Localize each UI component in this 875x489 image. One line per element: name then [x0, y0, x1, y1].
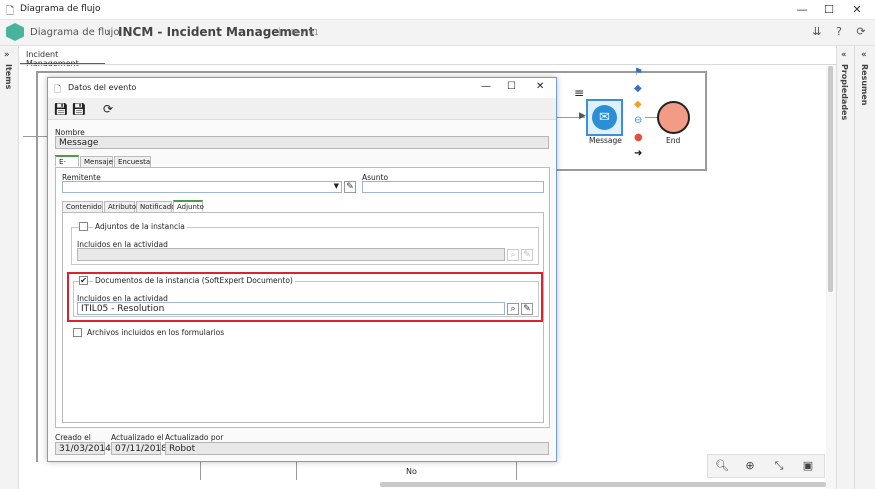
incluidos-field-2[interactable]: ITIL05 - Resolution: [77, 302, 505, 315]
message-event-node[interactable]: ✉: [586, 99, 623, 136]
dialog-title: Datos del evento: [68, 83, 137, 92]
zoom-out-icon[interactable]: 🔍︎: [714, 458, 730, 474]
clear-icon[interactable]: ✎: [344, 181, 356, 193]
expand-icon: »: [4, 50, 10, 60]
clear-icon[interactable]: ✎: [521, 303, 533, 315]
scrollbar-thumb[interactable]: [828, 66, 833, 292]
connector-line: [23, 136, 47, 137]
lane-label: No: [406, 467, 417, 476]
adjunto-panel: Adjuntos de la instancia Incluidos en la…: [62, 212, 544, 423]
properties-label: Propiedades: [840, 64, 849, 121]
archivos-checkbox[interactable]: [73, 328, 82, 337]
menu-icon[interactable]: ≡: [574, 86, 584, 100]
minimize-button[interactable]: —: [481, 81, 491, 92]
nombre-field: Message: [55, 136, 549, 149]
collapse-icon: «: [861, 50, 867, 60]
asunto-input[interactable]: [362, 181, 544, 193]
items-panel-toggle[interactable]: » Items: [0, 46, 19, 489]
remitente-select[interactable]: ▼: [62, 181, 342, 193]
fit-screen-icon[interactable]: ⤡: [771, 458, 787, 474]
incluidos-field-1: [77, 248, 505, 261]
envelope-icon: ✉: [592, 105, 617, 130]
image-export-icon[interactable]: ▣: [800, 458, 816, 474]
actualizado-label: Actualizado el: [111, 433, 164, 442]
horizontal-scrollbar[interactable]: [380, 482, 826, 487]
collapse-icon: «: [841, 50, 847, 60]
close-button[interactable]: ✕: [536, 81, 544, 92]
lane-border: [557, 169, 707, 171]
page-title: INCM - Incident Management: [118, 25, 315, 39]
collapse-down-icon[interactable]: ⇊: [809, 24, 825, 40]
documentos-checkbox[interactable]: ✔: [79, 276, 88, 285]
dialog-title-bar: 🗋 Datos del evento — ☐ ✕: [48, 78, 556, 98]
connector-line: [645, 117, 657, 118]
arrow-right-icon: ▶: [579, 111, 586, 121]
maximize-button[interactable]: ☐: [821, 2, 837, 18]
actualizado-field: 07/11/2018: [111, 442, 167, 455]
properties-panel-toggle[interactable]: « Propiedades: [836, 46, 854, 489]
chevron-down-icon: ▼: [333, 182, 339, 190]
zoom-in-icon[interactable]: ⊕: [742, 458, 758, 474]
minimize-button[interactable]: —: [794, 2, 810, 18]
summary-label: Resumen: [860, 64, 869, 106]
maximize-button[interactable]: ☐: [507, 81, 516, 92]
refresh-icon[interactable]: ⟳: [853, 24, 869, 40]
lane-border: [200, 462, 201, 480]
pool-icon[interactable]: ⚑: [634, 67, 643, 78]
adjuntos-checkbox[interactable]: [79, 222, 88, 231]
tab-email[interactable]: E-mail: [55, 155, 79, 177]
document-icon: 🗋: [54, 85, 62, 95]
arrow-right-icon[interactable]: ➜: [634, 148, 642, 159]
close-button[interactable]: ✕: [849, 2, 865, 18]
search-icon[interactable]: ⌕: [507, 249, 519, 261]
documentos-label: Documentos de la instancia (SoftExpert D…: [93, 276, 295, 285]
clear-icon[interactable]: ✎: [521, 249, 533, 261]
divider: |: [278, 27, 282, 37]
email-panel: Remitente ▼ ✎ Asunto Contenido Atributo …: [55, 167, 550, 428]
lane-border: [705, 71, 707, 171]
app-header: Diagrama de flujo › INCM - Incident Mana…: [0, 20, 875, 46]
intermediate-event-icon[interactable]: ⊖: [634, 115, 642, 126]
window-title: Diagrama de flujo: [20, 4, 101, 14]
end-event-node[interactable]: [657, 101, 690, 134]
divider: [20, 64, 836, 65]
event-data-dialog: 🗋 Datos del evento — ☐ ✕ 💾︎ 💾︎ ⟳ Nombre …: [47, 77, 557, 462]
adjuntos-label: Adjuntos de la instancia: [93, 222, 187, 231]
tab-adjunto[interactable]: Adjunto: [173, 200, 204, 212]
os-title-bar: 🗋 Diagrama de flujo — ☐ ✕: [0, 0, 875, 20]
dialog-toolbar: 💾︎ 💾︎ ⟳: [48, 98, 556, 120]
end-node-label: End: [666, 136, 681, 145]
archivos-label: Archivos incluidos en los formularios: [87, 328, 225, 337]
gateway-icon[interactable]: ◆: [634, 83, 642, 94]
items-label: Items: [4, 64, 13, 90]
save-close-icon[interactable]: 💾︎: [71, 101, 87, 117]
search-icon[interactable]: ⌕: [507, 303, 519, 315]
save-icon[interactable]: 💾︎: [53, 101, 69, 117]
document-icon: 🗋: [6, 6, 15, 17]
revision-label: Rev. 01: [291, 28, 319, 37]
vertical-scrollbar[interactable]: [826, 66, 836, 489]
actualizado-por-field: Robot: [165, 442, 549, 455]
lane-border: [516, 462, 517, 480]
message-node-label: Message: [589, 136, 622, 145]
chevron-right-icon: ›: [106, 25, 111, 39]
lane-border: [296, 462, 297, 480]
end-event-icon[interactable]: ●: [634, 132, 643, 143]
gateway-exclusive-icon[interactable]: ◆: [634, 99, 642, 110]
creado-label: Creado el: [55, 433, 91, 442]
app-logo-icon: [6, 23, 24, 41]
lane-border: [36, 71, 706, 73]
creado-field: 31/03/2014: [55, 442, 111, 455]
summary-panel-toggle[interactable]: « Resumen: [854, 46, 875, 489]
tab-incident-management[interactable]: Incident Management: [20, 46, 105, 68]
refresh-icon[interactable]: ⟳: [100, 101, 116, 117]
lane-border: [36, 73, 38, 462]
help-icon[interactable]: ?: [831, 24, 847, 40]
actualizado-por-label: Actualizado por: [165, 433, 224, 442]
